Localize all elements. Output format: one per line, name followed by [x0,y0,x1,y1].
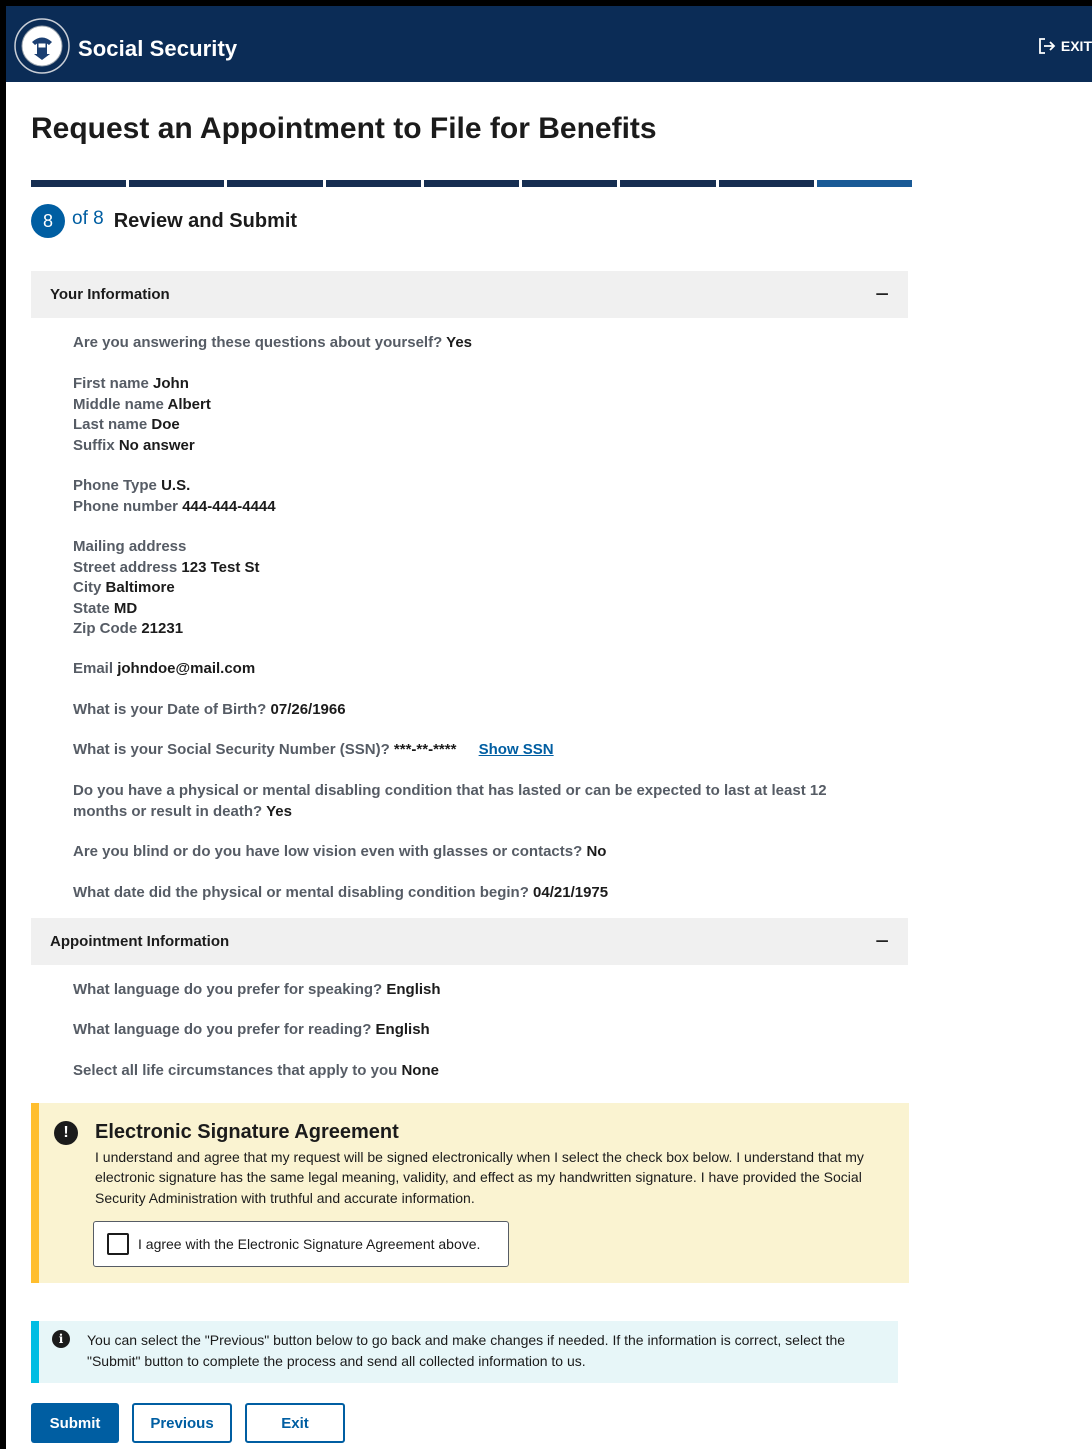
review-item-last-name: Last name Doe [73,416,180,433]
minus-icon[interactable]: − [875,929,889,954]
progress-segment [227,180,323,187]
esignature-agree-label: I agree with the Electronic Signature Ag… [138,1236,481,1252]
exit-arrow-icon [1038,38,1056,54]
progress-segment [325,180,421,187]
progress-segment [522,180,618,187]
review-item-disabling-condition: Do you have a physical or mental disabli… [73,782,827,820]
esignature-body: I understand and agree that my request w… [95,1149,864,1206]
progress-segment [129,180,225,187]
exclamation-icon: ! [54,1121,78,1145]
progress-segment-current [816,180,912,187]
info-icon: i [52,1330,70,1348]
accordion-appointment-information[interactable]: Appointment Information − [31,918,908,965]
minus-icon[interactable]: − [875,282,889,307]
step-number-badge: 8 [31,204,65,238]
review-item-suffix: Suffix No answer [73,436,195,454]
ssa-seal-icon [14,18,70,74]
submit-button[interactable]: Submit [31,1403,119,1443]
info-alert: i You can select the "Previous" button b… [31,1321,898,1383]
progress-segment [620,180,716,187]
review-item-reading-language: What language do you prefer for reading?… [73,1021,430,1038]
review-item-dob: What is your Date of Birth? 07/26/1966 [73,701,346,718]
progress-segment [31,180,127,187]
step-title: Review and Submit [113,209,298,232]
review-item-city: City Baltimore [73,579,175,596]
review-item-state: State MD [73,599,138,617]
review-item-street: Street address 123 Test St [73,558,260,576]
show-ssn-link[interactable]: Show SSN [479,741,554,758]
info-alert-text: You can select the "Previous" button bel… [87,1332,846,1369]
review-item-condition-date: What date did the physical or mental dis… [73,884,609,901]
review-item-blind: Are you blind or do you have low vision … [73,843,607,860]
review-item-life-circumstances: Select all life circumstances that apply… [73,1062,439,1079]
review-item-mailing-address: Mailing address [73,538,187,555]
esignature-title: Electronic Signature Agreement [95,1121,399,1143]
step-of-total: of 8 [72,208,104,229]
header-exit-label: EXIT [1060,38,1092,54]
progress-segment [423,180,520,187]
site-header: Social Security EXIT [6,6,1092,82]
review-item-speaking-language: What language do you prefer for speaking… [73,981,441,998]
review-item-about-yourself: Are you answering these questions about … [73,334,473,351]
step-progress-bar [31,180,912,187]
accordion-heading: Your Information [50,286,170,303]
esignature-alert: ! Electronic Signature Agreement I under… [31,1103,909,1283]
page-title: Request an Appointment to File for Benef… [31,112,657,145]
accordion-heading: Appointment Information [50,933,230,950]
review-item-zip: Zip Code 21231 [73,620,184,637]
esignature-agree-checkbox[interactable]: I agree with the Electronic Signature Ag… [93,1221,509,1267]
progress-segment [718,180,814,187]
review-group-phone: Phone Type U.S. Phone number 444-444-444… [73,476,276,517]
review-item-middle-name: Middle name Albert [73,395,211,413]
review-group-name: First name John Middle name Albert Last … [73,374,211,456]
review-item-email: Email johndoe@mail.com [73,660,256,677]
review-item-ssn: What is your Social Security Number (SSN… [73,741,554,758]
exit-button[interactable]: Exit [245,1403,345,1443]
site-brand[interactable]: Social Security [78,36,237,62]
header-exit-link[interactable]: EXIT [1038,38,1092,54]
review-item-first-name: First name John [73,375,189,392]
accordion-your-information[interactable]: Your Information − [31,271,908,318]
review-item-phone-number: Phone number 444-444-4444 [73,497,276,515]
step-indicator: 8 of 8 Review and Submit [31,204,297,238]
checkbox-icon[interactable] [107,1233,129,1255]
review-item-phone-type: Phone Type U.S. [73,477,191,494]
review-group-address: Mailing address Street address 123 Test … [73,537,259,640]
ssn-masked-value: ***-**-**** [393,741,457,758]
previous-button[interactable]: Previous [132,1403,232,1443]
